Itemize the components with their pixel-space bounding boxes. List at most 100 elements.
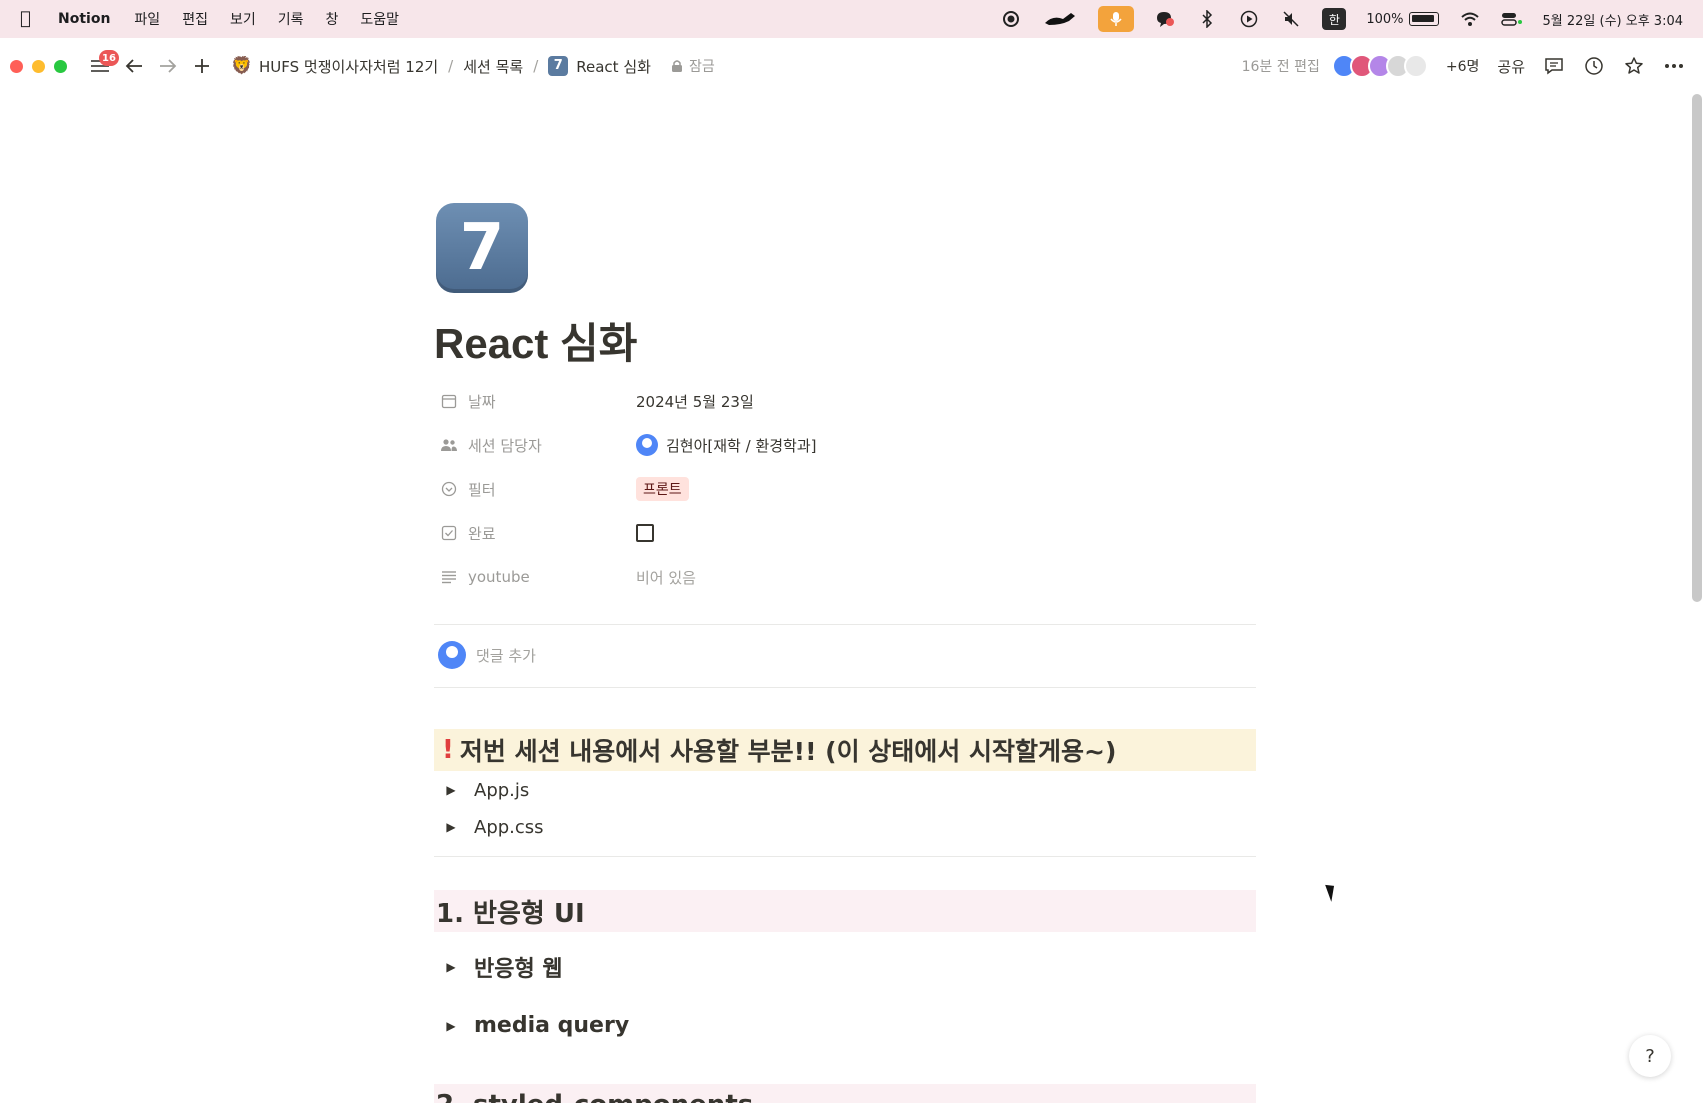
page-title[interactable]: React 심화 [434, 310, 637, 371]
toggle-block-responsive-web[interactable]: ▶ 반응형 웹 [434, 951, 563, 983]
help-button[interactable]: ? [1629, 1035, 1671, 1077]
comments-icon[interactable] [1543, 55, 1565, 77]
more-options-icon[interactable] [1663, 55, 1685, 77]
page-icon-keycap-seven[interactable]: 7 [436, 203, 528, 293]
triangle-right-icon[interactable]: ▶ [440, 956, 462, 978]
new-page-button[interactable] [187, 51, 217, 81]
toggle-label: 반응형 웹 [474, 957, 563, 982]
menu-edit[interactable]: 편집 [182, 9, 208, 29]
toggle-block-appcss[interactable]: ▶ App.css [434, 816, 544, 838]
property-filter[interactable]: 필터 프론트 [434, 471, 1256, 507]
notification-badge: 16 [99, 50, 119, 66]
toggle-block-media-query[interactable]: ▶ media query [434, 1013, 629, 1038]
property-youtube[interactable]: youtube 비어 있음 [434, 559, 1256, 595]
plus-icon [195, 59, 209, 73]
battery-status[interactable]: 100% [1366, 11, 1439, 27]
record-icon[interactable] [1000, 8, 1022, 30]
text-lines-icon [440, 568, 458, 586]
minimize-window-button[interactable] [32, 59, 45, 73]
checkbox-icon [440, 524, 458, 542]
bluetooth-icon[interactable] [1196, 8, 1218, 30]
property-name-label: 완료 [468, 524, 496, 543]
back-button[interactable] [119, 51, 149, 81]
menu-history[interactable]: 기록 [278, 9, 304, 29]
squirrel-icon[interactable] [1042, 8, 1078, 30]
favorite-star-icon[interactable] [1623, 55, 1645, 77]
window-controls [10, 59, 67, 73]
done-checkbox[interactable] [636, 524, 654, 542]
apple-icon[interactable]:  [20, 9, 40, 29]
close-window-button[interactable] [10, 59, 23, 73]
input-source-icon[interactable]: 한 [1322, 8, 1347, 30]
property-session-owner-value[interactable]: 김현아[재학 / 환경학과] [636, 434, 817, 456]
menubar-status-area: 한 100% 5월 22일 (수) 오후 3:04 [1000, 6, 1683, 32]
collaborator-avatars[interactable] [1331, 54, 1428, 78]
select-icon [440, 480, 458, 498]
divider [434, 856, 1256, 857]
toggle-label: App.css [474, 816, 544, 838]
zoom-window-button[interactable] [54, 59, 67, 73]
avatar [636, 434, 658, 456]
control-center-icon[interactable] [1500, 8, 1523, 30]
share-button[interactable]: 공유 [1497, 56, 1525, 77]
person-name: 김현아[재학 / 환경학과] [666, 436, 817, 455]
property-youtube-value[interactable]: 비어 있음 [636, 567, 696, 588]
breadcrumb-current-page[interactable]: 7 React 심화 [548, 56, 651, 77]
property-name[interactable]: 세션 담당자 [434, 435, 636, 456]
history-clock-icon[interactable] [1583, 55, 1605, 77]
lock-label: 잠금 [688, 59, 715, 75]
menu-app-name[interactable]: Notion [58, 11, 110, 27]
highlighted-heading[interactable]: ! 저번 세션 내용에서 사용할 부분!! (이 상태에서 시작할게용~) [434, 729, 1256, 771]
chat-bubble-icon[interactable] [1154, 8, 1176, 30]
sidebar-menu-button[interactable]: 16 [85, 50, 119, 81]
heading-styled-components[interactable]: 2. styled-components [434, 1084, 1256, 1103]
property-date-value[interactable]: 2024년 5월 23일 [636, 391, 754, 412]
menu-file[interactable]: 파일 [134, 9, 160, 29]
lock-status[interactable]: 잠금 [671, 56, 715, 76]
property-name-label: youtube [468, 568, 530, 586]
triangle-right-icon[interactable]: ▶ [440, 816, 462, 838]
property-name-label: 세션 담당자 [468, 436, 542, 455]
select-tag: 프론트 [636, 477, 689, 501]
toggle-block-appjs[interactable]: ▶ App.js [434, 779, 529, 801]
property-session-owner[interactable]: 세션 담당자 김현아[재학 / 환경학과] [434, 427, 1256, 463]
property-name[interactable]: 필터 [434, 479, 636, 500]
people-icon [440, 436, 458, 454]
mute-icon[interactable] [1280, 8, 1302, 30]
menu-window[interactable]: 창 [325, 9, 338, 29]
menu-view[interactable]: 보기 [230, 9, 256, 29]
extra-collaborators-count[interactable]: +6명 [1446, 56, 1480, 76]
play-circle-icon[interactable] [1238, 8, 1260, 30]
triangle-right-icon[interactable]: ▶ [440, 779, 462, 801]
calendar-icon [440, 392, 458, 410]
keycap-seven-icon: 7 [548, 56, 569, 76]
heading-responsive-ui[interactable]: 1. 반응형 UI [434, 890, 1256, 932]
scrollbar-thumb[interactable] [1692, 94, 1702, 602]
property-done[interactable]: 완료 [434, 515, 1256, 551]
menubar-datetime[interactable]: 5월 22일 (수) 오후 3:04 [1543, 10, 1683, 29]
property-date[interactable]: 날짜 2024년 5월 23일 [434, 383, 1256, 419]
add-comment-row[interactable]: 댓글 추가 [438, 641, 536, 669]
forward-button[interactable] [153, 51, 183, 81]
property-name[interactable]: 날짜 [434, 391, 636, 412]
triangle-right-icon[interactable]: ▶ [440, 1015, 462, 1037]
property-name-label: 필터 [468, 480, 496, 499]
breadcrumb-workspace[interactable]: 🦁 HUFS 멋쟁이사자처럼 12기 [231, 56, 438, 77]
lion-emoji-icon: 🦁 [231, 56, 253, 76]
battery-percent: 100% [1366, 11, 1404, 27]
toggle-label: media query [474, 1013, 630, 1038]
microphone-icon[interactable] [1098, 6, 1135, 32]
wifi-icon[interactable] [1459, 8, 1481, 30]
property-name[interactable]: 완료 [434, 523, 636, 544]
titlebar-actions: 16분 전 편집 +6명 공유 [1242, 54, 1685, 78]
arrow-right-icon [160, 59, 177, 73]
breadcrumb-current-page-label: React 심화 [576, 57, 651, 76]
highlighted-heading-text: 저번 세션 내용에서 사용할 부분!! (이 상태에서 시작할게용~) [459, 737, 1117, 766]
menu-help[interactable]: 도움말 [360, 9, 399, 29]
property-filter-value[interactable]: 프론트 [636, 477, 689, 501]
property-name[interactable]: youtube [434, 568, 636, 586]
breadcrumb-session-list[interactable]: 세션 목록 [463, 56, 523, 77]
property-name-label: 날짜 [468, 392, 496, 411]
add-comment-placeholder[interactable]: 댓글 추가 [476, 645, 536, 666]
page-scrollbar[interactable] [1689, 94, 1703, 1103]
